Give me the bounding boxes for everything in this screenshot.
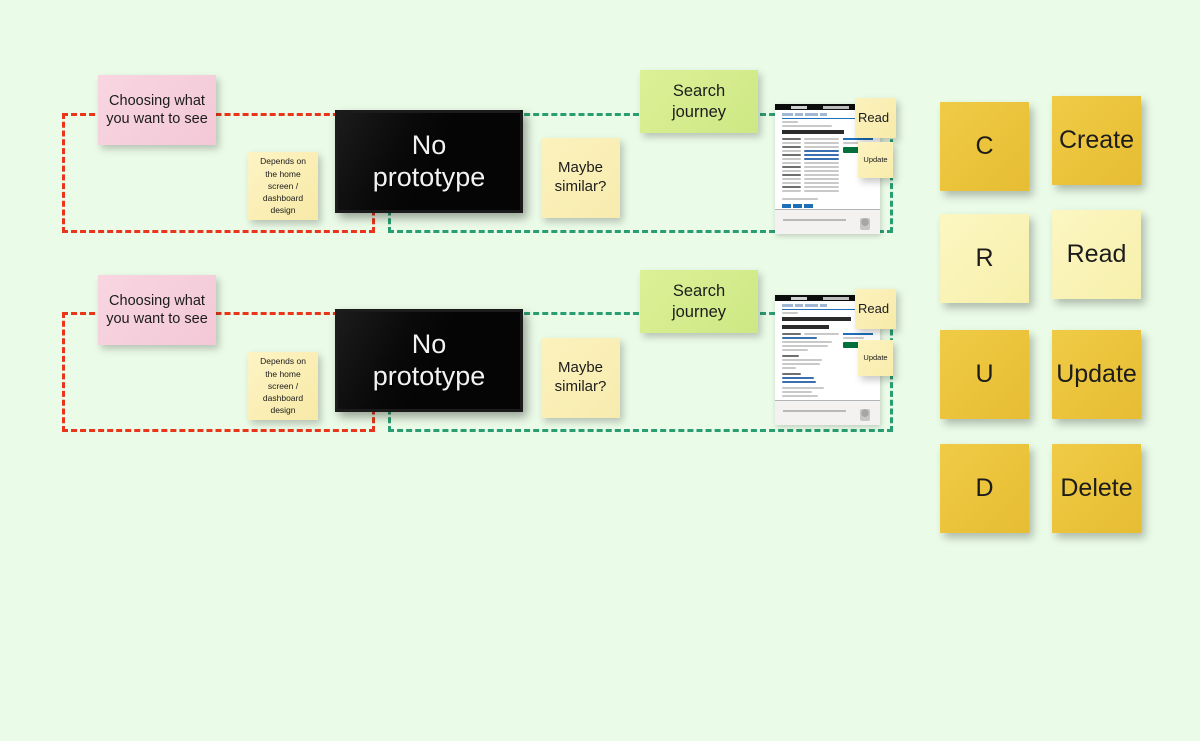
- thumb-heading: [782, 130, 844, 134]
- sticky-read-row1[interactable]: Read: [855, 98, 896, 138]
- sticky-depends-row1[interactable]: Depends on the home screen / dashboard d…: [248, 152, 318, 220]
- crud-word-delete[interactable]: Delete: [1052, 444, 1141, 533]
- crud-word-update[interactable]: Update: [1052, 330, 1141, 419]
- crown-icon: [860, 409, 870, 421]
- whiteboard-canvas: Choosing what you want to see Depends on…: [0, 0, 1200, 741]
- sticky-update-row1[interactable]: Update: [858, 142, 893, 178]
- thumb-service-name: [823, 105, 849, 109]
- thumb-logo-icon: [791, 105, 807, 109]
- thumb-share-buttons[interactable]: [782, 204, 873, 208]
- sticky-maybe-similar-row2[interactable]: Maybe similar?: [541, 338, 620, 418]
- sticky-choosing-row1[interactable]: Choosing what you want to see: [98, 75, 216, 145]
- crud-letter-d[interactable]: D: [940, 444, 1029, 533]
- sticky-read-row2[interactable]: Read: [855, 289, 896, 329]
- thumb-heading: [782, 317, 852, 321]
- sticky-search-journey-row1[interactable]: Search journey: [640, 70, 758, 133]
- thumb-footer: [775, 400, 880, 425]
- no-prototype-screen-row2: No prototype: [335, 309, 523, 412]
- crud-letter-c[interactable]: C: [940, 102, 1029, 191]
- crud-letter-u[interactable]: U: [940, 330, 1029, 419]
- crown-icon: [860, 218, 870, 230]
- sticky-maybe-similar-row1[interactable]: Maybe similar?: [541, 138, 620, 218]
- thumb-footer: [775, 209, 880, 234]
- sticky-update-row2[interactable]: Update: [858, 340, 893, 376]
- crud-letter-r[interactable]: R: [940, 214, 1029, 303]
- sticky-search-journey-row2[interactable]: Search journey: [640, 270, 758, 333]
- crud-word-read[interactable]: Read: [1052, 210, 1141, 299]
- thumb-service-name: [823, 296, 849, 300]
- thumb-heading-line2: [782, 325, 830, 329]
- no-prototype-screen-row1: No prototype: [335, 110, 523, 213]
- sticky-choosing-row2[interactable]: Choosing what you want to see: [98, 275, 216, 345]
- sticky-depends-row2[interactable]: Depends on the home screen / dashboard d…: [248, 352, 318, 420]
- crud-word-create[interactable]: Create: [1052, 96, 1141, 185]
- thumb-logo-icon: [791, 296, 807, 300]
